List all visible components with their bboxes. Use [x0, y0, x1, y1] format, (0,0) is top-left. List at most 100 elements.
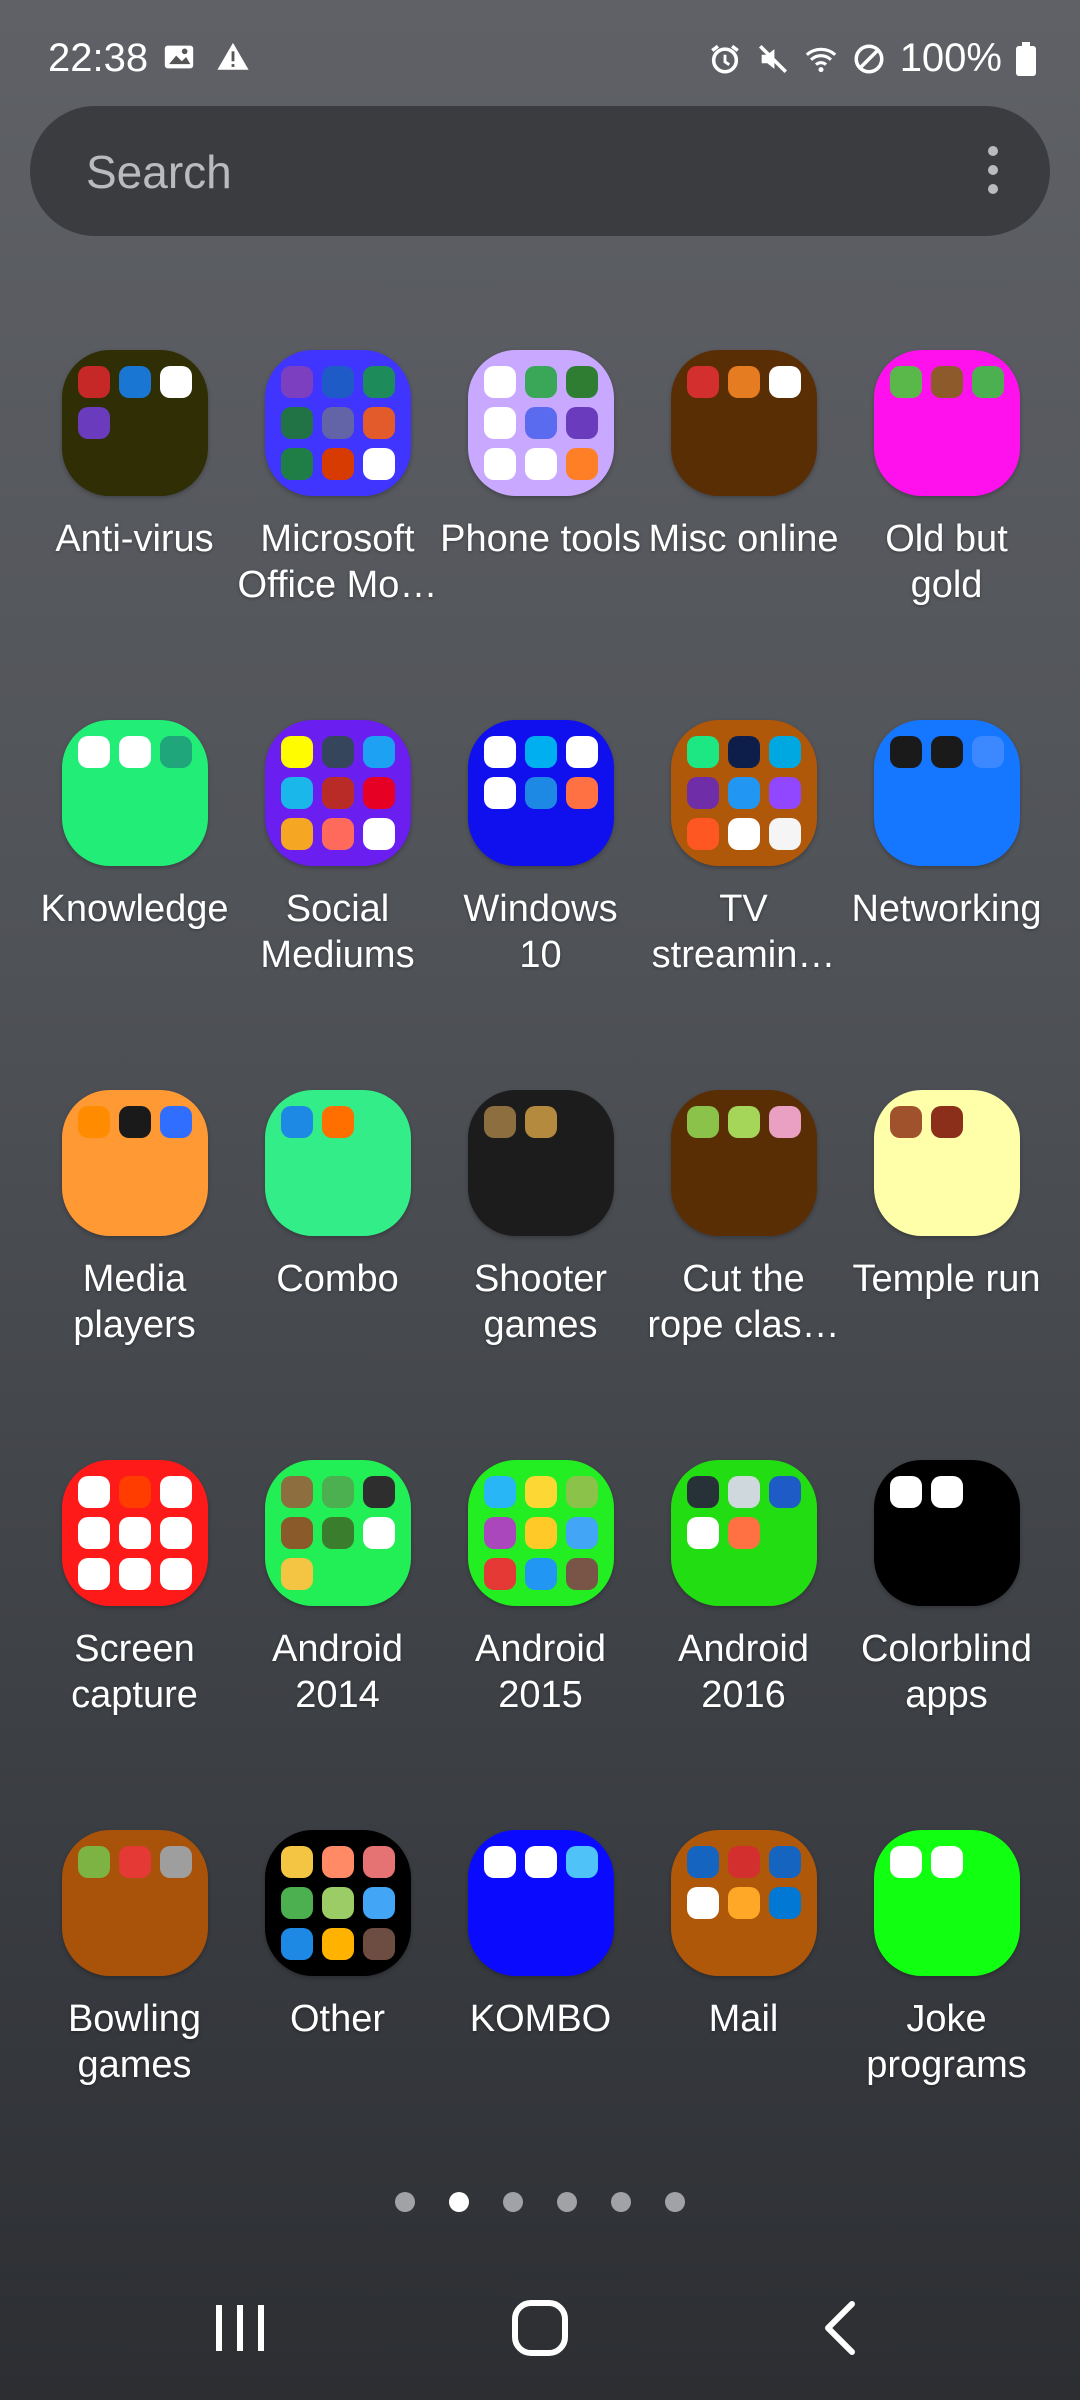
folder-screen-capture[interactable]: Screen capture: [33, 1460, 236, 1830]
folder-old-but-gold[interactable]: Old but gold: [845, 350, 1048, 720]
folder-tile[interactable]: [467, 1460, 614, 1606]
folder-tile[interactable]: [264, 1460, 411, 1606]
app-preview-icon: [118, 1476, 151, 1508]
app-preview-icon: [118, 1558, 151, 1590]
app-preview-icon: [321, 1928, 354, 1960]
folder-tile[interactable]: [670, 1460, 817, 1606]
folder-preview: [889, 1106, 1004, 1220]
folder-tile[interactable]: [264, 720, 411, 866]
folder-networking[interactable]: Networking: [845, 720, 1048, 1090]
app-preview-icon: [77, 407, 110, 439]
folder-android-2015[interactable]: Android 2015: [439, 1460, 642, 1830]
recents-button[interactable]: [140, 2256, 340, 2400]
folder-mail[interactable]: Mail: [642, 1830, 845, 2200]
folder-preview: [483, 736, 598, 850]
app-preview-icon: [727, 777, 760, 809]
page-dot[interactable]: [503, 2192, 523, 2212]
app-preview-icon: [686, 1846, 719, 1878]
folder-tile[interactable]: [467, 1090, 614, 1236]
folder-preview: [483, 366, 598, 480]
app-preview-icon: [889, 1846, 922, 1878]
more-options-icon[interactable]: [986, 146, 1000, 196]
folder-tile[interactable]: [61, 720, 208, 866]
folder-other[interactable]: Other: [236, 1830, 439, 2200]
page-dot[interactable]: [395, 2192, 415, 2212]
folder-tile[interactable]: [264, 1090, 411, 1236]
app-preview-icon: [362, 1517, 395, 1549]
folder-tile[interactable]: [61, 1830, 208, 1976]
folder-tile[interactable]: [670, 720, 817, 866]
status-bar: 22:38 100%: [0, 0, 1080, 120]
page-dot[interactable]: [665, 2192, 685, 2212]
folder-tile[interactable]: [670, 1090, 817, 1236]
folder-tile[interactable]: [61, 350, 208, 496]
app-preview-icon: [159, 1558, 192, 1590]
app-preview-icon: [483, 777, 516, 809]
app-preview-icon: [483, 1558, 516, 1590]
app-preview-icon: [77, 366, 110, 398]
folder-tile[interactable]: [873, 350, 1020, 496]
search-bar[interactable]: [30, 106, 1050, 236]
folder-tv-streamin[interactable]: TV streamin…: [642, 720, 845, 1090]
page-dot[interactable]: [611, 2192, 631, 2212]
folder-tile[interactable]: [264, 1830, 411, 1976]
folder-phone-tools[interactable]: Phone tools: [439, 350, 642, 720]
folder-windows-10[interactable]: Windows 10: [439, 720, 642, 1090]
folder-media-players[interactable]: Media players: [33, 1090, 236, 1460]
folder-tile[interactable]: [873, 720, 1020, 866]
folder-joke-programs[interactable]: Joke programs: [845, 1830, 1048, 2200]
folder-tile[interactable]: [670, 350, 817, 496]
folder-tile[interactable]: [670, 1830, 817, 1976]
folder-tile[interactable]: [873, 1460, 1020, 1606]
app-preview-icon: [362, 407, 395, 439]
app-preview-icon: [524, 777, 557, 809]
folder-bowling-games[interactable]: Bowling games: [33, 1830, 236, 2200]
app-preview-icon: [280, 366, 313, 398]
app-preview-icon: [362, 366, 395, 398]
folder-social-mediums[interactable]: Social Mediums: [236, 720, 439, 1090]
mute-icon: [758, 44, 787, 73]
folder-preview: [889, 1846, 1004, 1960]
folder-microsoft-office-mo[interactable]: Microsoft Office Mo…: [236, 350, 439, 720]
folder-tile[interactable]: [467, 1830, 614, 1976]
folder-knowledge[interactable]: Knowledge: [33, 720, 236, 1090]
folder-tile[interactable]: [467, 350, 614, 496]
folder-anti-virus[interactable]: Anti-virus: [33, 350, 236, 720]
folder-tile[interactable]: [264, 350, 411, 496]
folder-kombo[interactable]: KOMBO: [439, 1830, 642, 2200]
folder-preview: [77, 736, 192, 850]
app-preview-icon: [524, 1517, 557, 1549]
folder-cut-the-rope-clas[interactable]: Cut the rope clas…: [642, 1090, 845, 1460]
app-preview-icon: [280, 1887, 313, 1919]
folder-tile[interactable]: [873, 1830, 1020, 1976]
app-preview-icon: [727, 1476, 760, 1508]
folder-temple-run[interactable]: Temple run: [845, 1090, 1048, 1460]
folder-tile[interactable]: [467, 720, 614, 866]
app-preview-icon: [483, 1476, 516, 1508]
folder-shooter-games[interactable]: Shooter games: [439, 1090, 642, 1460]
app-preview-icon: [362, 1476, 395, 1508]
app-preview-icon: [768, 736, 801, 768]
app-preview-icon: [686, 1517, 719, 1549]
folder-label: Old but gold: [885, 518, 1008, 606]
folder-tile[interactable]: [873, 1090, 1020, 1236]
folder-misc-online[interactable]: Misc online: [642, 350, 845, 720]
app-preview-icon: [727, 736, 760, 768]
page-dot[interactable]: [449, 2192, 469, 2212]
folder-preview: [889, 1476, 1004, 1590]
page-dot[interactable]: [557, 2192, 577, 2212]
back-button[interactable]: [740, 2256, 940, 2400]
folder-colorblind-apps[interactable]: Colorblind apps: [845, 1460, 1048, 1830]
folder-tile[interactable]: [61, 1090, 208, 1236]
page-indicator[interactable]: [0, 2192, 1080, 2212]
folder-android-2014[interactable]: Android 2014: [236, 1460, 439, 1830]
app-preview-icon: [321, 407, 354, 439]
search-input[interactable]: [84, 136, 888, 208]
app-preview-icon: [930, 1476, 963, 1508]
folder-combo[interactable]: Combo: [236, 1090, 439, 1460]
folder-label: Misc online: [648, 518, 839, 560]
folder-android-2016[interactable]: Android 2016: [642, 1460, 845, 1830]
home-button[interactable]: [440, 2256, 640, 2400]
folder-tile[interactable]: [61, 1460, 208, 1606]
status-left-icons: [162, 40, 250, 74]
